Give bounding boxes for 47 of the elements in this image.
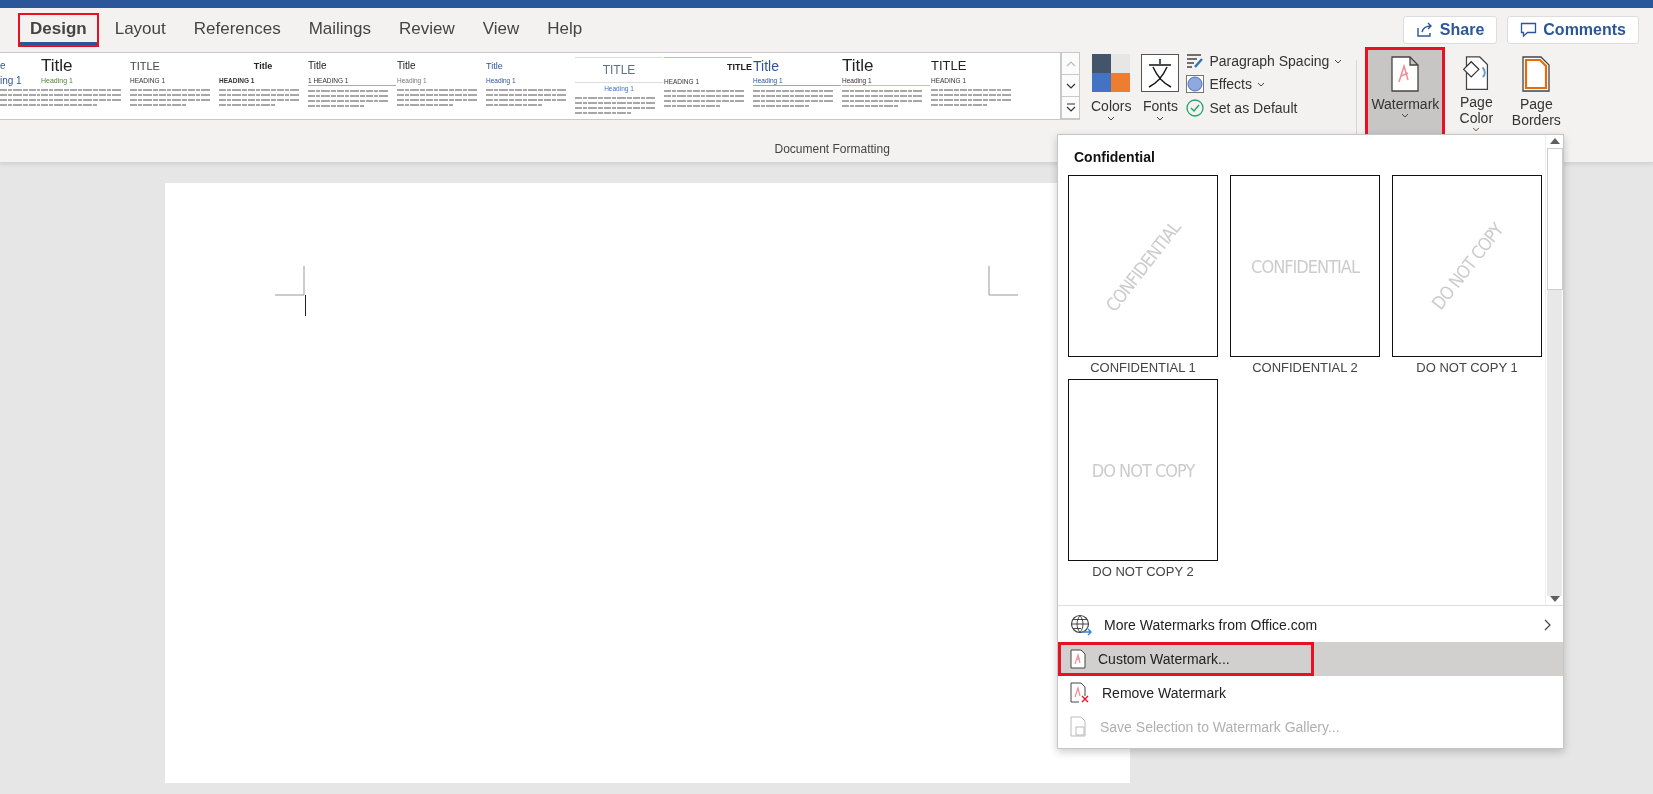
document-icon	[1070, 649, 1086, 669]
caret-icon	[1472, 127, 1481, 132]
comments-button[interactable]: Comments	[1507, 16, 1639, 44]
ribbon-tab[interactable]: References	[181, 13, 293, 47]
ribbon-tab[interactable]: View	[470, 13, 532, 47]
comment-icon	[1520, 22, 1538, 38]
group-label: Document Formatting	[774, 142, 890, 156]
remove-document-icon	[1070, 682, 1090, 704]
menu-item[interactable]: Custom Watermark...	[1058, 642, 1563, 676]
effects-button[interactable]: Effects	[1184, 74, 1345, 94]
caret-icon	[1334, 58, 1343, 64]
set-as-default-button[interactable]: Set as Default	[1184, 98, 1345, 118]
page-border-icon	[1522, 56, 1551, 92]
chevron-down-icon	[1065, 82, 1076, 89]
circle-icon	[1186, 75, 1205, 93]
paragraph-brush-icon	[1186, 53, 1205, 69]
fonts-button[interactable]: Fonts	[1138, 52, 1183, 123]
paragraph-spacing-button[interactable]: Paragraph Spacing	[1184, 52, 1345, 70]
ribbon-tab[interactable]: Design	[18, 13, 99, 47]
scroll-up-icon	[1549, 138, 1560, 144]
crop-mark	[275, 266, 305, 296]
save-document-icon	[1070, 716, 1088, 738]
chevron-up-icon	[1065, 60, 1076, 67]
crop-mark	[988, 266, 1018, 296]
caret-icon	[1257, 81, 1265, 87]
menu-item[interactable]: Remove Watermark	[1058, 676, 1563, 710]
expand-icon	[1065, 103, 1076, 112]
menu-item[interactable]: More Watermarks from Office.com	[1058, 608, 1563, 642]
section-heading: Confidential	[1074, 149, 1156, 165]
document-icon	[1391, 56, 1420, 92]
colors-button[interactable]: Colors	[1088, 52, 1135, 123]
checkmark-icon	[1186, 99, 1205, 117]
ribbon-tab[interactable]: Layout	[102, 13, 178, 47]
watermark-button[interactable]: Watermark	[1365, 47, 1446, 137]
ribbon-tab[interactable]: Help	[535, 13, 595, 47]
share-button[interactable]: Share	[1402, 16, 1498, 44]
globe-icon	[1070, 614, 1092, 636]
text-cursor	[305, 295, 306, 316]
ribbon-tab[interactable]: Review	[387, 13, 467, 47]
caret-icon	[1156, 116, 1165, 121]
caret-icon	[1107, 116, 1116, 121]
caret-icon	[1401, 113, 1410, 118]
ribbon-tab[interactable]: Mailings	[296, 13, 384, 47]
share-icon	[1415, 22, 1434, 38]
character-icon	[1141, 54, 1180, 92]
style-thumbnail[interactable]: e ing 1	[0, 53, 40, 119]
scrollbar[interactable]	[1545, 135, 1563, 605]
